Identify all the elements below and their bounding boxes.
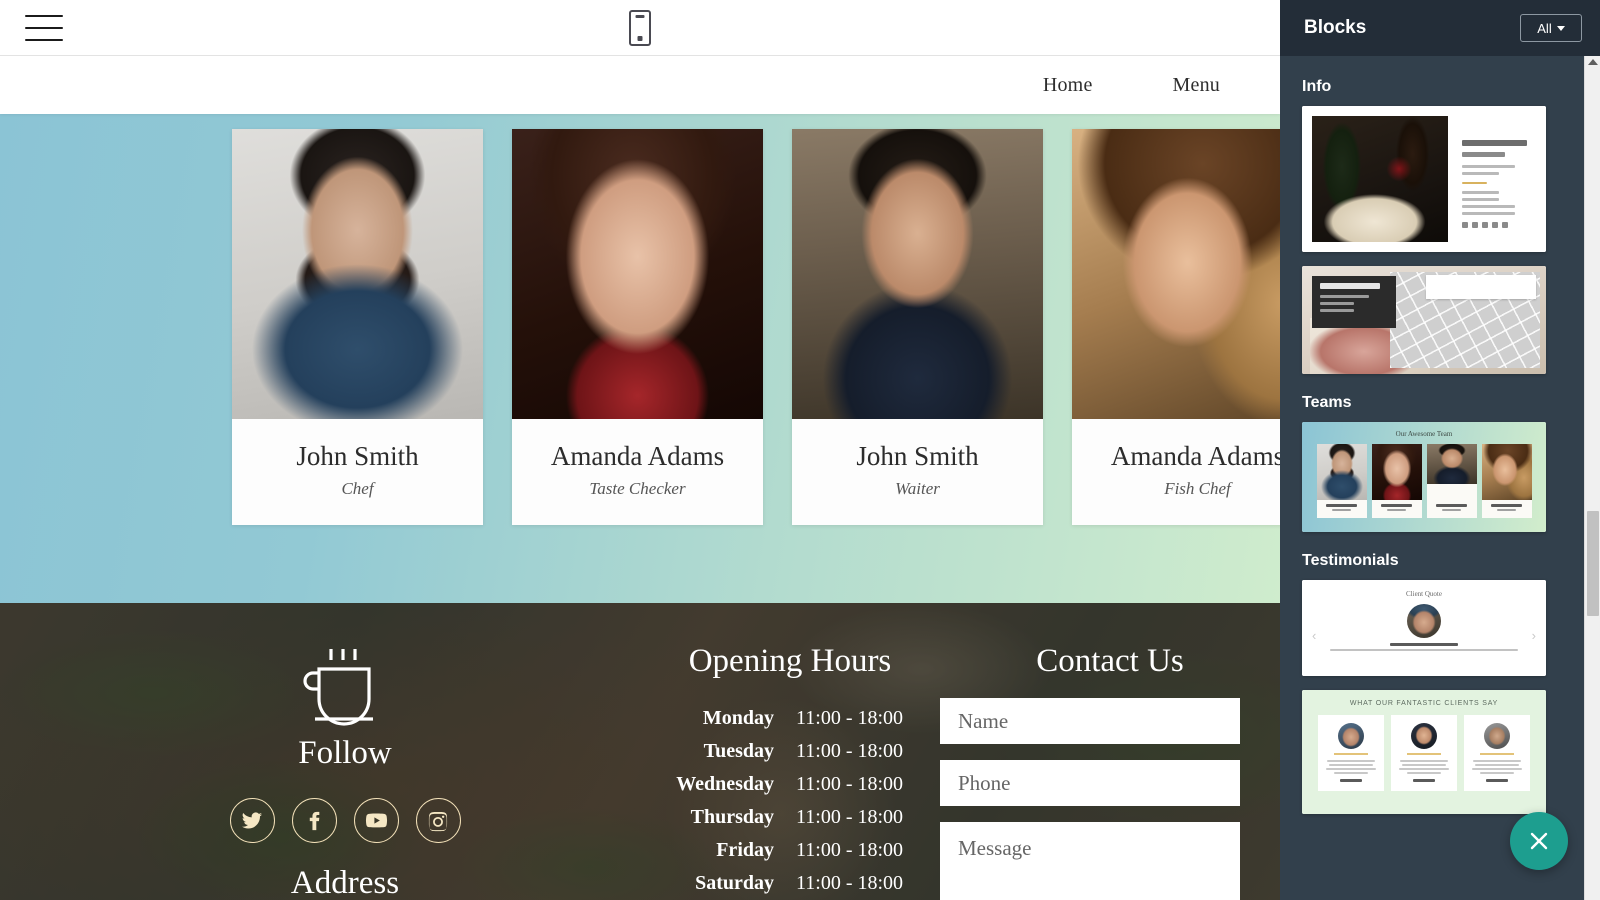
team-member-name: Amanda Adams — [550, 441, 725, 471]
block-thumb-image — [1312, 116, 1448, 242]
hours-day: Wednesday — [676, 773, 774, 795]
team-card[interactable]: John Smith Chef — [232, 129, 483, 526]
blocks-filter-dropdown[interactable]: All — [1520, 14, 1582, 42]
chevron-left-icon[interactable]: ‹ — [1312, 628, 1316, 643]
hours-time: 11:00 - 18:00 — [796, 773, 904, 795]
block-thumb-heading: Client Quote — [1406, 590, 1442, 598]
hours-time: 11:00 - 18:00 — [796, 839, 904, 861]
chevron-right-icon[interactable]: › — [1532, 628, 1536, 643]
avatar — [1484, 723, 1510, 749]
team-member-name: John Smith — [296, 441, 419, 471]
team-member-role: Taste Checker — [589, 479, 686, 499]
name-field[interactable]: Name — [940, 698, 1240, 744]
block-thumb-restaurant-info[interactable] — [1302, 106, 1546, 252]
hours-day: Tuesday — [703, 740, 774, 762]
site-navigation: Home Menu — [0, 56, 1280, 114]
block-thumb-heading: Our Awesome Team — [1395, 430, 1453, 438]
opening-hours-title: Opening Hours — [688, 643, 892, 679]
nav-link-home[interactable]: Home — [1003, 74, 1133, 97]
block-thumb-client-quote[interactable]: Client Quote ‹ › — [1302, 580, 1546, 676]
team-member-photo — [512, 129, 763, 419]
close-icon — [1530, 832, 1548, 850]
footer-hours-column: Opening Hours Monday 11:00 - 18:00 Tuesd… — [640, 643, 940, 900]
hours-row: Saturday 11:00 - 18:00 — [640, 867, 940, 900]
team-member-name: John Smith — [856, 441, 979, 471]
avatar — [1407, 604, 1441, 638]
hamburger-icon[interactable] — [25, 14, 63, 41]
hours-day: Saturday — [695, 872, 774, 894]
blocks-group-title-testimonials: Testimonials — [1302, 552, 1399, 569]
blocks-panel-header: Blocks All — [1280, 0, 1600, 56]
footer-follow-column: Follow Address — [0, 643, 640, 900]
block-thumb-awesome-team[interactable]: Our Awesome Team — [1302, 422, 1546, 532]
instagram-icon[interactable] — [415, 798, 461, 843]
builder-toolbar — [0, 0, 1280, 56]
hours-row: Monday 11:00 - 18:00 — [640, 702, 940, 735]
website-canvas: Home Menu John Smith Chef Amanda Adams T… — [0, 56, 1280, 900]
scroll-up-arrow-icon[interactable] — [1587, 59, 1598, 65]
hours-row: Friday 11:00 - 18:00 — [640, 834, 940, 867]
hours-row: Wednesday 11:00 - 18:00 — [640, 768, 940, 801]
hours-time: 11:00 - 18:00 — [796, 872, 904, 894]
hours-day: Friday — [716, 839, 774, 861]
blocks-group-title-info: Info — [1302, 78, 1332, 95]
team-member-role: Waiter — [895, 479, 940, 499]
team-member-photo — [792, 129, 1043, 419]
team-member-name: Amanda Adams — [1110, 441, 1280, 471]
opening-hours-table: Monday 11:00 - 18:00 Tuesday 11:00 - 18:… — [640, 702, 940, 900]
mobile-preview-icon[interactable] — [629, 9, 651, 46]
team-card[interactable]: John Smith Waiter — [792, 129, 1043, 526]
nav-link-menu[interactable]: Menu — [1133, 74, 1260, 97]
team-member-role: Fish Chef — [1164, 479, 1231, 499]
team-card-row: John Smith Chef Amanda Adams Taste Check… — [0, 119, 1280, 526]
block-thumb-map[interactable] — [1302, 266, 1546, 374]
blocks-filter-label: All — [1537, 20, 1552, 36]
builder-app: Home Menu John Smith Chef Amanda Adams T… — [0, 0, 1600, 900]
hours-time: 11:00 - 18:00 — [796, 707, 904, 729]
team-member-photo — [232, 129, 483, 419]
hours-row: Tuesday 11:00 - 18:00 — [640, 735, 940, 768]
twitter-icon[interactable] — [229, 798, 275, 843]
team-card[interactable]: Amanda Adams Fish Chef — [1072, 129, 1280, 526]
cup-logo-icon — [303, 649, 373, 726]
blocks-panel-scrollbar[interactable] — [1584, 56, 1600, 900]
follow-title: Follow — [298, 735, 392, 771]
blocks-panel-body[interactable]: Info Teams Our Awesome Team Testimonials… — [1280, 56, 1600, 900]
close-panel-button[interactable] — [1510, 812, 1568, 870]
team-section: John Smith Chef Amanda Adams Taste Check… — [0, 114, 1280, 603]
facebook-icon[interactable] — [291, 798, 337, 843]
hours-time: 11:00 - 18:00 — [796, 740, 904, 762]
hours-time: 11:00 - 18:00 — [796, 806, 904, 828]
social-links — [50, 798, 640, 843]
scrollbar-thumb[interactable] — [1587, 511, 1599, 616]
youtube-icon[interactable] — [353, 798, 399, 843]
blocks-panel: Blocks All Info Teams Our Awesome Team T… — [1280, 0, 1600, 900]
block-thumb-fantastic-clients[interactable]: WHAT OUR FANTASTIC CLIENTS SAY — [1302, 690, 1546, 814]
team-card[interactable]: Amanda Adams Taste Checker — [512, 129, 763, 526]
message-field[interactable]: Message — [940, 822, 1240, 900]
hours-row: Thursday 11:00 - 18:00 — [640, 801, 940, 834]
hours-day: Thursday — [690, 806, 774, 828]
footer-contact-column: Contact Us Name Phone Message — [940, 643, 1280, 900]
team-member-role: Chef — [341, 479, 374, 499]
avatar — [1411, 723, 1437, 749]
hours-day: Monday — [702, 707, 774, 729]
team-member-photo — [1072, 129, 1280, 419]
site-footer: Follow Address Opening Hours Monday 11:0… — [0, 603, 1280, 900]
blocks-panel-title: Blocks — [1304, 17, 1367, 38]
avatar — [1338, 723, 1364, 749]
contact-us-title: Contact Us — [1036, 643, 1184, 679]
blocks-group-title-teams: Teams — [1302, 394, 1352, 411]
phone-field[interactable]: Phone — [940, 760, 1240, 806]
chevron-down-icon — [1556, 25, 1565, 31]
block-thumb-heading: WHAT OUR FANTASTIC CLIENTS SAY — [1349, 700, 1499, 707]
address-title: Address — [290, 865, 400, 900]
